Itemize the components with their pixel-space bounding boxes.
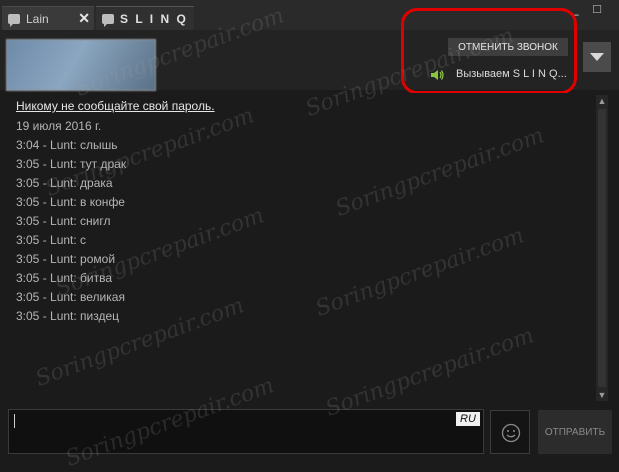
password-warning[interactable]: Никому не сообщайте свой пароль. <box>16 99 215 113</box>
tab-slinq[interactable]: S L I N Q <box>96 6 194 30</box>
list-item: 3:05 - Lunt: в конфе <box>16 195 125 209</box>
smiley-icon <box>501 423 521 443</box>
scroll-thumb[interactable] <box>598 109 606 387</box>
chat-scrollbar[interactable]: ▲ ▼ <box>596 95 608 401</box>
tab-label: S L I N Q <box>120 11 188 26</box>
scroll-down-icon[interactable]: ▼ <box>596 389 608 401</box>
chat-bubble-icon <box>102 13 114 27</box>
list-item: 3:05 - Lunt: пиздец <box>16 309 120 323</box>
chevron-down-icon <box>590 53 604 61</box>
tab-label: Lain <box>26 11 49 26</box>
list-item: 3:05 - Lunt: с <box>16 233 87 247</box>
maximize-button[interactable]: □ <box>590 2 604 16</box>
send-button[interactable]: ОТПРАВИТЬ <box>538 410 612 454</box>
tab-lain[interactable]: Lain ✕ <box>2 6 94 30</box>
emoticon-button[interactable] <box>490 410 530 454</box>
close-icon[interactable]: ✕ <box>78 10 90 27</box>
list-item: 3:04 - Lunt: слышь <box>16 138 118 152</box>
scroll-up-icon[interactable]: ▲ <box>596 95 608 107</box>
chat-bubble-icon <box>8 13 20 27</box>
date-separator: 19 июля 2016 г. <box>16 119 102 133</box>
options-dropdown[interactable] <box>583 42 611 72</box>
text-caret <box>14 414 15 428</box>
language-indicator: RU <box>456 412 480 426</box>
list-item: 3:05 - Lunt: снигл <box>16 214 111 228</box>
chat-window: Lain ✕ S L I N Q _ □ ОТМЕНИТЬ ЗВОНОК Выз… <box>0 0 619 472</box>
